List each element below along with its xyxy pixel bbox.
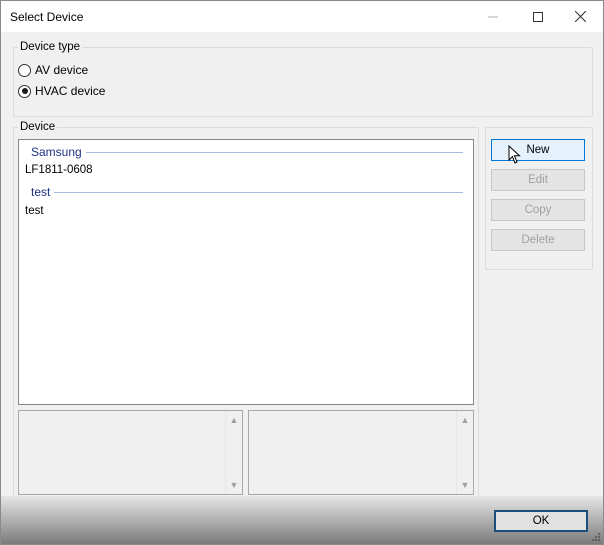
maximize-icon bbox=[532, 11, 543, 22]
delete-button[interactable]: Delete bbox=[491, 229, 585, 251]
device-type-group bbox=[13, 47, 593, 117]
device-list[interactable]: Samsung LF1811-0608 test test bbox=[18, 139, 474, 405]
radio-button[interactable] bbox=[18, 63, 31, 77]
scroll-up-icon[interactable]: ▲ bbox=[460, 415, 470, 425]
device-label: Device bbox=[18, 121, 58, 133]
list-item[interactable]: test bbox=[25, 205, 44, 217]
edit-button[interactable]: Edit bbox=[491, 169, 585, 191]
radio-av-device-label: AV device bbox=[35, 63, 89, 77]
radio-button-selected[interactable] bbox=[18, 84, 31, 98]
close-icon bbox=[575, 11, 586, 22]
maximize-button[interactable] bbox=[515, 1, 560, 32]
group-divider bbox=[54, 191, 463, 193]
radio-hvac-device[interactable]: HVAC device bbox=[18, 84, 105, 98]
minimize-icon bbox=[487, 16, 498, 17]
info-pane-right[interactable]: ▲ ▼ bbox=[248, 410, 474, 495]
group-header-samsung: Samsung bbox=[31, 144, 463, 160]
resize-grip-icon[interactable] bbox=[591, 532, 601, 542]
device-type-label: Device type bbox=[18, 41, 83, 53]
minimize-button[interactable] bbox=[470, 1, 515, 32]
window-title: Select Device bbox=[10, 10, 84, 24]
radio-hvac-device-label: HVAC device bbox=[35, 84, 106, 98]
new-button[interactable]: New bbox=[491, 139, 585, 161]
scroll-up-icon[interactable]: ▲ bbox=[229, 415, 239, 425]
scroll-down-icon[interactable]: ▼ bbox=[229, 480, 239, 490]
title-bar[interactable]: Select Device bbox=[1, 1, 603, 32]
radio-av-device[interactable]: AV device bbox=[18, 63, 88, 77]
group-header-test: test bbox=[31, 184, 463, 200]
mouse-cursor-icon bbox=[508, 145, 521, 164]
ok-button[interactable]: OK bbox=[494, 510, 588, 532]
info-pane-left[interactable]: ▲ ▼ bbox=[18, 410, 243, 495]
scrollbar-right[interactable]: ▲ ▼ bbox=[456, 411, 473, 494]
list-item[interactable]: LF1811-0608 bbox=[25, 164, 93, 176]
scrollbar-left[interactable]: ▲ ▼ bbox=[225, 411, 242, 494]
group-divider bbox=[85, 151, 463, 153]
select-device-window: Select Device Device type AV device HVAC… bbox=[0, 0, 604, 545]
scroll-down-icon[interactable]: ▼ bbox=[460, 480, 470, 490]
close-button[interactable] bbox=[558, 1, 603, 32]
copy-button[interactable]: Copy bbox=[491, 199, 585, 221]
